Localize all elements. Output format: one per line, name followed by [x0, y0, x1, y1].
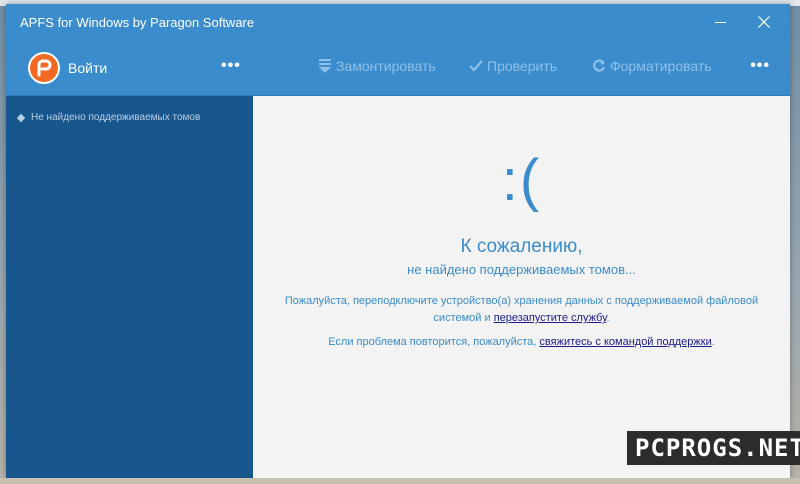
sidebar: Не найдено поддерживаемых томов: [6, 96, 253, 478]
close-icon: [758, 16, 770, 28]
contact-support-link[interactable]: свяжитесь с командой поддержки: [539, 336, 711, 348]
mount-icon: [319, 59, 331, 73]
sad-face-emoticon: :(: [501, 148, 542, 213]
support-text-end: .: [711, 336, 715, 348]
check-icon: [469, 60, 483, 72]
check-label: Проверить: [487, 58, 558, 74]
toolbar: Войти ••• Замонтировать Проверить Формат…: [6, 40, 790, 96]
content-area: Не найдено поддерживаемых томов :( К сож…: [6, 96, 790, 478]
format-icon: [593, 59, 606, 72]
support-text: Если проблема повторится, пожалуйста,: [328, 336, 540, 348]
sidebar-item-no-volumes[interactable]: Не найдено поддерживаемых томов: [6, 112, 253, 123]
minimize-icon: [714, 21, 726, 23]
minimize-button[interactable]: [698, 4, 742, 40]
sidebar-item-label: Не найдено поддерживаемых томов: [31, 112, 201, 123]
window-title: APFS for Windows by Paragon Software: [20, 14, 255, 30]
desktop-bottom-strip: [0, 478, 800, 484]
check-button[interactable]: Проверить: [469, 58, 557, 74]
close-button[interactable]: [742, 4, 786, 40]
mount-label: Замонтировать: [336, 58, 436, 74]
restart-service-link[interactable]: перезапустите службу: [494, 312, 607, 324]
more-menu-button-left[interactable]: •••: [221, 57, 241, 75]
watermark: PCPROGS.NET: [627, 431, 800, 465]
message-subheading: не найдено поддерживаемых томов...: [407, 262, 636, 277]
app-window: APFS for Windows by Paragon Software Вой…: [6, 4, 790, 478]
diamond-bullet-icon: [16, 113, 26, 122]
main-panel: :( К сожалению, не найдено поддерживаемы…: [253, 96, 790, 478]
mount-button[interactable]: Замонтировать: [318, 58, 436, 74]
more-menu-button-right[interactable]: •••: [750, 57, 770, 75]
login-button[interactable]: Войти: [28, 51, 108, 84]
title-bar: APFS for Windows by Paragon Software: [6, 4, 790, 40]
login-label: Войти: [68, 59, 108, 76]
message-paragraph-reconnect: Пожалуйста, переподключите устройство(а)…: [273, 293, 770, 327]
message-paragraph-support: Если проблема повторится, пожалуйста, св…: [253, 336, 790, 348]
format-button[interactable]: Форматировать: [592, 58, 712, 74]
format-label: Форматировать: [610, 58, 712, 74]
paragon-logo-icon: [28, 51, 60, 84]
reconnect-text-end: .: [606, 312, 610, 324]
message-heading: К сожалению,: [460, 236, 583, 257]
